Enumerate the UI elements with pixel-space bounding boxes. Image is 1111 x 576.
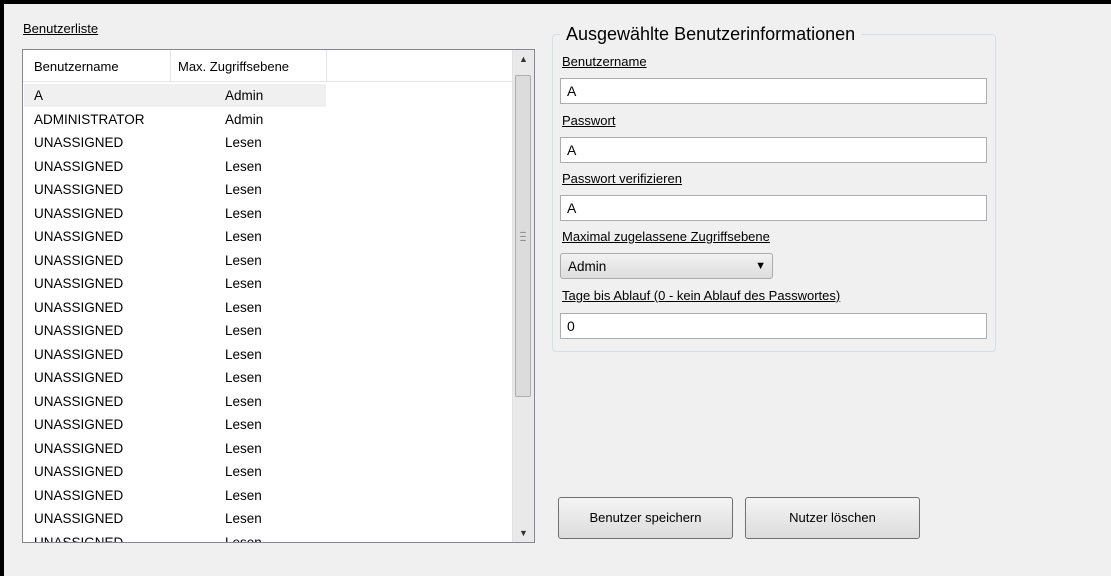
cell-access-level: Lesen <box>225 487 262 503</box>
password-label: Passwort <box>562 113 616 128</box>
window-frame-left <box>0 0 4 576</box>
window-frame-top <box>0 0 1111 4</box>
cell-access-level: Lesen <box>225 511 262 526</box>
cell-username: UNASSIGNED <box>34 370 124 385</box>
cell-access-level: Lesen <box>225 182 262 197</box>
expiry-days-field[interactable]: 0 <box>560 313 987 339</box>
delete-user-button[interactable]: Nutzer löschen <box>745 497 920 539</box>
list-item[interactable]: ADMINISTRATOR Admin <box>23 108 512 132</box>
cell-username: UNASSIGNED <box>34 205 124 221</box>
cell-access-level: Lesen <box>225 370 262 385</box>
cell-username: UNASSIGNED <box>34 417 124 432</box>
list-item[interactable]: UNASSIGNED Lesen <box>23 155 512 179</box>
user-list[interactable]: Benutzername Max. Zugriffsebene A Admin AD… <box>22 49 535 543</box>
username-label: Benutzername <box>562 54 647 69</box>
cell-username: UNASSIGNED <box>34 158 124 174</box>
cell-access-level: Lesen <box>225 534 262 543</box>
list-item[interactable]: UNASSIGNED Lesen <box>23 319 512 343</box>
cell-access-level: Admin <box>225 88 264 103</box>
cell-username: UNASSIGNED <box>34 182 124 197</box>
list-item[interactable]: UNASSIGNED Lesen <box>23 343 512 367</box>
cell-username: UNASSIGNED <box>34 276 124 291</box>
details-group-title: Ausgewählte Benutzerinformationen <box>560 22 862 46</box>
list-item[interactable]: UNASSIGNED Lesen <box>23 202 512 226</box>
cell-username: UNASSIGNED <box>34 299 124 315</box>
expiry-days-label: Tage bis Ablauf (0 - kein Ablauf des Pas… <box>562 288 841 303</box>
cell-access-level: Admin <box>225 111 264 127</box>
list-item[interactable]: UNASSIGNED Lesen <box>23 437 512 461</box>
list-item[interactable]: UNASSIGNED Lesen <box>23 131 512 155</box>
cell-access-level: Lesen <box>225 158 262 174</box>
list-item[interactable]: UNASSIGNED Lesen <box>23 460 512 484</box>
cell-username: UNASSIGNED <box>34 393 124 409</box>
list-item[interactable]: UNASSIGNED Lesen <box>23 531 512 543</box>
cell-access-level: Lesen <box>225 299 262 315</box>
list-item[interactable]: UNASSIGNED Lesen <box>23 178 512 202</box>
cell-username: UNASSIGNED <box>34 252 124 268</box>
verify-password-field[interactable]: A <box>560 195 987 221</box>
cell-access-level: Lesen <box>225 205 262 221</box>
list-item[interactable]: UNASSIGNED Lesen <box>23 390 512 414</box>
cell-username: A <box>34 88 44 103</box>
verify-password-label: Passwort verifizieren <box>562 171 682 186</box>
list-item[interactable]: UNASSIGNED Lesen <box>23 507 512 531</box>
list-item[interactable]: A Admin <box>23 84 512 108</box>
cell-access-level: Lesen <box>225 393 262 409</box>
list-item[interactable]: UNASSIGNED Lesen <box>23 366 512 390</box>
scroll-down-arrow-icon[interactable]: ▼ <box>513 524 534 542</box>
cell-access-level: Lesen <box>225 346 262 362</box>
cell-access-level: Lesen <box>225 323 262 338</box>
list-header: Benutzername Max. Zugriffsebene <box>23 50 512 82</box>
list-rows: A Admin ADMINISTRATOR Admin UNASSIGNED Lesen U… <box>23 84 512 543</box>
username-field[interactable]: A <box>560 78 987 104</box>
list-item[interactable]: UNASSIGNED Lesen <box>23 272 512 296</box>
cell-access-level: Lesen <box>225 229 262 244</box>
password-field[interactable]: A <box>560 137 987 163</box>
save-user-button[interactable]: Benutzer speichern <box>558 497 733 539</box>
column-header-username[interactable]: Benutzername <box>23 50 171 81</box>
selection-highlight <box>24 84 326 107</box>
cell-username: UNASSIGNED <box>34 534 124 543</box>
cell-username: UNASSIGNED <box>34 487 124 503</box>
cell-access-level: Lesen <box>225 252 262 268</box>
cell-username: UNASSIGNED <box>34 323 124 338</box>
cell-username: UNASSIGNED <box>34 511 124 526</box>
cell-username: UNASSIGNED <box>34 440 124 456</box>
cell-username: UNASSIGNED <box>34 464 124 479</box>
cell-access-level: Lesen <box>225 464 262 479</box>
list-item[interactable]: UNASSIGNED Lesen <box>23 296 512 320</box>
access-level-value: Admin <box>568 259 607 274</box>
list-item[interactable]: UNASSIGNED Lesen <box>23 249 512 273</box>
access-level-dropdown[interactable]: Admin ▼ <box>560 253 773 279</box>
cell-access-level: Lesen <box>225 440 262 456</box>
chevron-down-icon: ▼ <box>755 260 766 272</box>
cell-access-level: Lesen <box>225 417 262 432</box>
user-list-label: Benutzerliste <box>23 21 99 36</box>
access-level-label: Maximal zugelassene Zugriffsebene <box>562 229 770 244</box>
cell-username: UNASSIGNED <box>34 135 124 150</box>
list-item[interactable]: UNASSIGNED Lesen <box>23 413 512 437</box>
column-header-access-level[interactable]: Max. Zugriffsebene <box>171 50 327 81</box>
scroll-up-arrow-icon[interactable]: ▲ <box>513 50 534 68</box>
scroll-grip-icon: – – – <box>520 227 526 246</box>
list-item[interactable]: UNASSIGNED Lesen <box>23 225 512 249</box>
vertical-scrollbar[interactable]: ▲ – – – ▼ <box>512 50 534 542</box>
cell-access-level: Lesen <box>225 135 262 150</box>
cell-username: UNASSIGNED <box>34 229 124 244</box>
cell-username: UNASSIGNED <box>34 346 124 362</box>
cell-access-level: Lesen <box>225 276 262 291</box>
list-item[interactable]: UNASSIGNED Lesen <box>23 484 512 508</box>
scrollbar-thumb[interactable]: – – – <box>515 75 531 397</box>
cell-username: ADMINISTRATOR <box>34 111 145 127</box>
